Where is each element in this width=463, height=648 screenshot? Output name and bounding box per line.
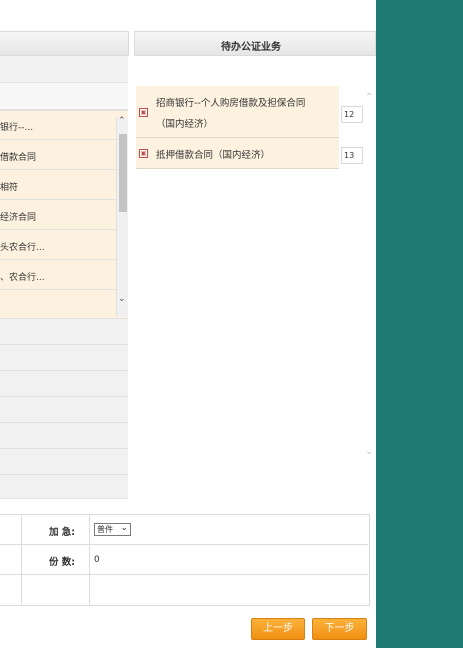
form-divider: [21, 515, 22, 605]
list-item-label: 借款合同: [0, 153, 37, 163]
left-list: 银行--... 借款合同 相符 经济合同 头农合行... 、农合行...: [0, 110, 128, 319]
right-background-panel: [376, 0, 463, 648]
left-panel-row: [0, 423, 128, 449]
task-number-field[interactable]: 13: [341, 147, 363, 164]
left-panel-row: [0, 319, 128, 345]
task-item-subtitle: （国内经济）: [156, 119, 214, 130]
list-item-label: 经济合同: [0, 213, 37, 223]
list-item[interactable]: 银行--...: [0, 111, 128, 140]
list-item[interactable]: 借款合同: [0, 140, 128, 170]
task-item-title: 招商银行--个人购房借款及担保合同: [156, 98, 306, 109]
chevron-down-icon[interactable]: ⌄: [118, 294, 126, 304]
list-item[interactable]: 相符: [0, 170, 128, 200]
task-number-field[interactable]: 12: [341, 106, 363, 123]
left-panel-row: [0, 56, 128, 83]
urgent-label: 加 急:: [49, 527, 76, 538]
list-item[interactable]: [0, 290, 128, 319]
left-panel-header: [0, 31, 129, 56]
chevron-up-icon[interactable]: ⌃: [118, 116, 126, 126]
chevron-down-icon[interactable]: ⌄: [365, 446, 373, 457]
chevron-down-icon: ⌄: [120, 523, 128, 533]
urgent-select[interactable]: 普件 ⌄: [94, 523, 131, 536]
copies-value[interactable]: 0: [94, 555, 100, 565]
task-item[interactable]: ▣ 抵押借款合同（国内经济）: [136, 138, 339, 169]
left-panel-row: [0, 83, 128, 110]
list-item[interactable]: 头农合行...: [0, 230, 128, 260]
form-divider: [0, 544, 368, 545]
next-step-button[interactable]: 下一步: [312, 618, 367, 640]
scrollbar-thumb[interactable]: [119, 134, 127, 212]
form-table: 加 急: 普件 ⌄ 份 数: 0: [0, 514, 370, 606]
right-panel-title: 待办公证业务: [221, 42, 281, 53]
task-item-title: 抵押借款合同（国内经济）: [156, 150, 271, 161]
list-item-label: 相符: [0, 183, 19, 193]
left-panel-row: [0, 475, 128, 499]
chevron-up-icon[interactable]: ⌃: [365, 92, 373, 103]
task-item[interactable]: ▣ 招商银行--个人购房借款及担保合同 （国内经济）: [136, 86, 339, 138]
right-panel-header: 待办公证业务: [134, 31, 376, 56]
list-item[interactable]: 经济合同: [0, 200, 128, 230]
left-list-scrollbar[interactable]: ⌃ ⌄: [116, 116, 128, 317]
left-panel-row: [0, 449, 128, 475]
previous-step-button[interactable]: 上一步: [251, 618, 305, 640]
list-item[interactable]: 、农合行...: [0, 260, 128, 290]
copies-label: 份 数:: [49, 557, 76, 568]
left-panel-row: [0, 345, 128, 371]
document-icon: ▣: [139, 149, 148, 158]
left-panel-row: [0, 371, 128, 397]
form-divider: [0, 574, 368, 575]
list-item-label: 银行--...: [0, 123, 34, 133]
list-item-label: 头农合行...: [0, 243, 45, 253]
document-icon: ▣: [139, 108, 148, 117]
urgent-select-value: 普件: [97, 525, 113, 534]
form-divider: [89, 515, 90, 605]
left-panel-row: [0, 397, 128, 423]
list-item-label: 、农合行...: [0, 273, 45, 283]
